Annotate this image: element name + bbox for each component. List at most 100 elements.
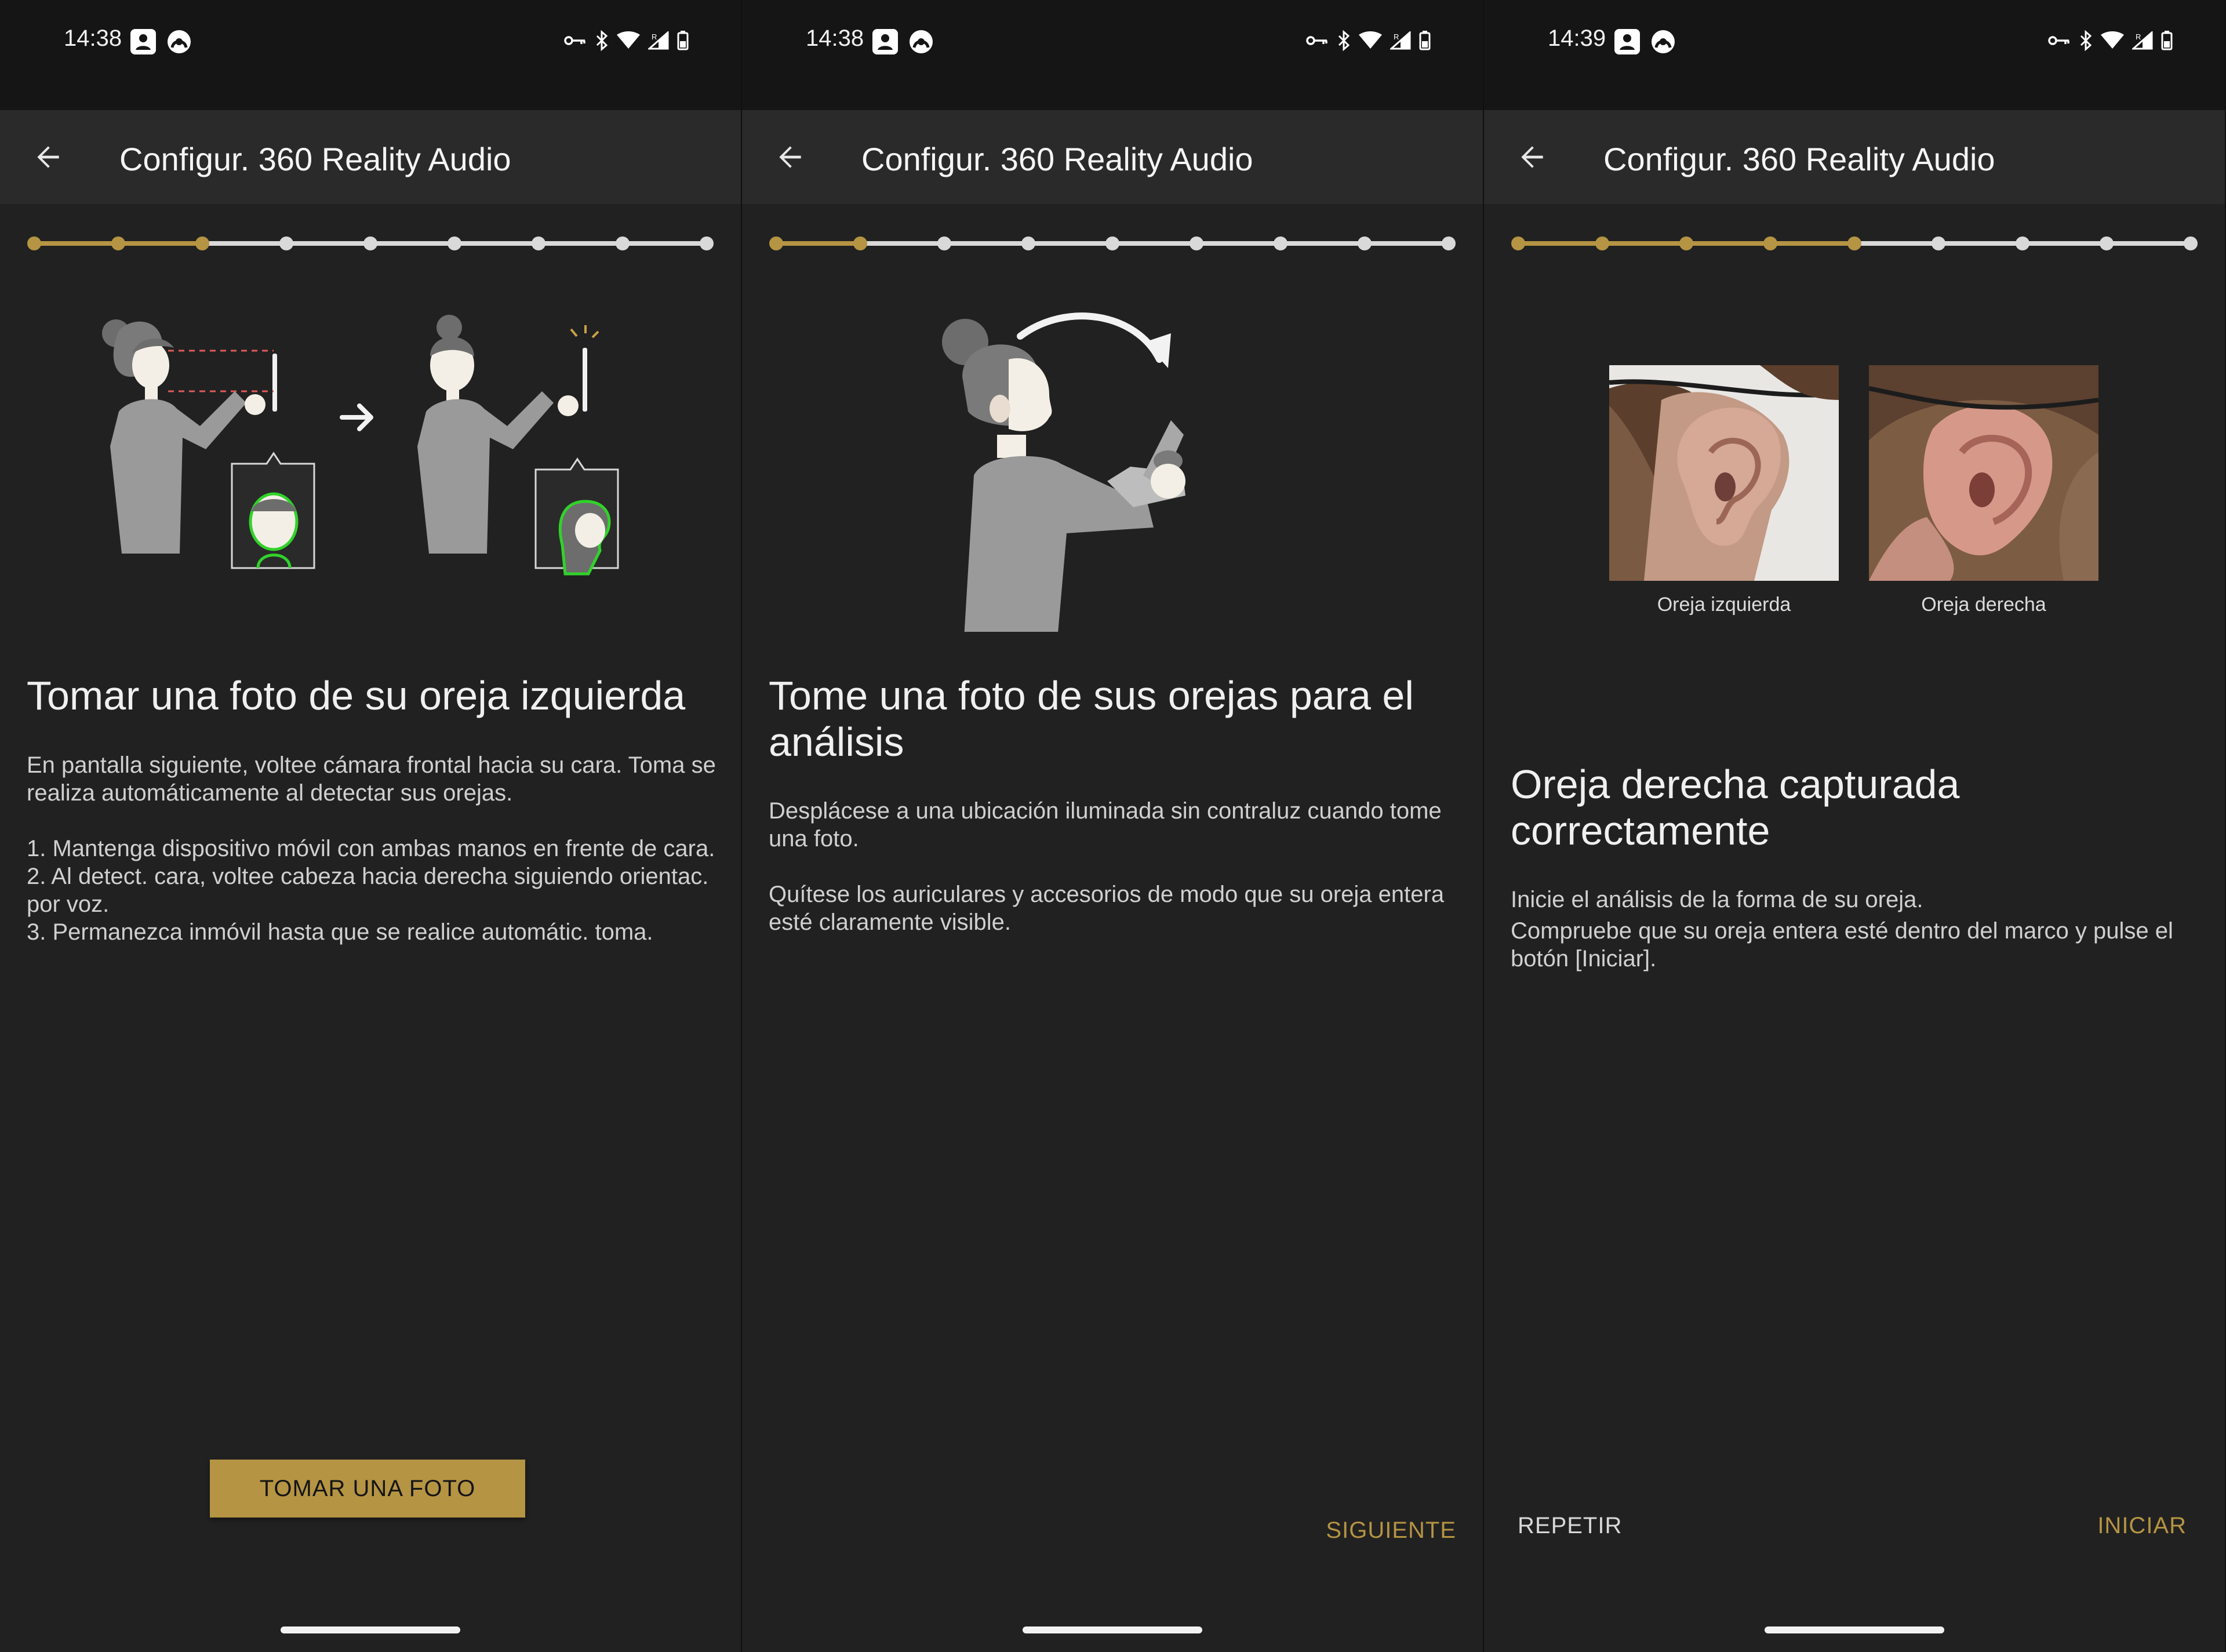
- instruction-check-frame: Compruebe que su oreja entera esté dentr…: [1511, 918, 2173, 971]
- instruction-intro: En pantalla siguiente, voltee cámara fro…: [27, 752, 716, 806]
- status-time: 14:38: [806, 26, 864, 51]
- page-title: Configur. 360 Reality Audio: [861, 141, 1253, 177]
- instruction-lighting: Desplácese a una ubicación iluminada sin…: [769, 798, 1442, 852]
- home-indicator[interactable]: [1023, 1626, 1202, 1633]
- progress-step-dot: [279, 236, 293, 250]
- page-title: Configur. 360 Reality Audio: [119, 141, 511, 177]
- vpn-key-icon: [2047, 34, 2071, 48]
- step-progress: [27, 236, 714, 250]
- notification-avatar-icon: [1614, 29, 1640, 54]
- arrow-left-icon: [774, 141, 806, 173]
- instructions: Inicie el análisis de la forma de su ore…: [1511, 886, 2200, 973]
- app-bar: Configur. 360 Reality Audio: [1484, 110, 2225, 204]
- next-button[interactable]: SIGUIENTE: [1326, 1518, 1456, 1544]
- screen-photo-tips: 14:38 Configur. 360 Reality Audio Tome u…: [742, 0, 1483, 1652]
- notification-avatar-icon: [130, 29, 156, 54]
- take-photo-button[interactable]: TOMAR UNA FOTO: [210, 1460, 525, 1518]
- progress-step-dot: [1847, 236, 1861, 250]
- back-button[interactable]: [764, 131, 816, 183]
- screen-heading: Tomar una foto de su oreja izquierda: [27, 673, 686, 718]
- progress-step-dot: [1358, 236, 1372, 250]
- notification-avatar-icon: [872, 29, 898, 54]
- progress-step-dot: [1021, 236, 1035, 250]
- battery-icon: [2161, 31, 2173, 50]
- app-bar: Configur. 360 Reality Audio: [742, 110, 1483, 204]
- home-indicator[interactable]: [281, 1626, 460, 1633]
- vpn-key-icon: [563, 34, 587, 48]
- progress-step-dot: [27, 236, 41, 250]
- instruction-step-3: 3. Permanezca inmóvil hasta que se reali…: [27, 919, 653, 945]
- instructions: En pantalla siguiente, voltee cámara fro…: [27, 751, 716, 946]
- right-ear-photo: [1869, 365, 2098, 581]
- vpn-key-icon: [1305, 34, 1329, 48]
- progress-step-dot: [448, 236, 461, 250]
- progress-step-dot: [853, 236, 867, 250]
- bluetooth-icon: [2079, 30, 2093, 51]
- status-time: 14:39: [1548, 26, 1606, 51]
- progress-step-dot: [2184, 236, 2198, 250]
- home-indicator[interactable]: [1765, 1626, 1944, 1633]
- illustration-turn-head: [942, 312, 1185, 632]
- screens-container: 14:38 Configur. 360 Reality Audio Tomar …: [0, 0, 2226, 1652]
- instruction-accessories: Quítese los auriculares y accesorios de …: [769, 882, 1445, 935]
- arrow-right-icon: [340, 403, 373, 431]
- bluetooth-icon: [1337, 30, 1351, 51]
- progress-step-dot: [1274, 236, 1287, 250]
- wifi-icon: [1359, 31, 1382, 50]
- progress-step-dot: [2016, 236, 2029, 250]
- instruction-step-1: 1. Mantenga dispositivo móvil con ambas …: [27, 836, 715, 861]
- progress-step-dot: [1190, 236, 1203, 250]
- left-ear-photo: [1609, 365, 1839, 581]
- progress-step-dot: [937, 236, 951, 250]
- progress-step-dot: [1595, 236, 1609, 250]
- progress-step-dot: [2100, 236, 2114, 250]
- bluetooth-icon: [595, 30, 609, 51]
- progress-step-dot: [1932, 236, 1945, 250]
- wifi-icon: [617, 31, 640, 50]
- progress-step-dot: [363, 236, 377, 250]
- progress-step-dot: [1679, 236, 1693, 250]
- progress-step-dot: [1105, 236, 1119, 250]
- step-progress: [1511, 236, 2198, 250]
- right-ear-caption: Oreja derecha: [1921, 594, 2046, 616]
- back-button[interactable]: [22, 131, 74, 183]
- back-button[interactable]: [1506, 131, 1558, 183]
- start-button[interactable]: INICIAR: [2097, 1513, 2187, 1539]
- status-bar: 14:38: [742, 0, 1483, 110]
- app-bar: Configur. 360 Reality Audio: [0, 110, 741, 204]
- progress-step-dot: [532, 236, 545, 250]
- illustration-face-scan: [102, 315, 619, 576]
- notification-app-icon: [908, 29, 934, 54]
- notification-app-icon: [166, 29, 192, 54]
- repeat-button[interactable]: REPETIR: [1518, 1513, 1622, 1539]
- status-bar: 14:38: [0, 0, 741, 110]
- wifi-icon: [2101, 31, 2124, 50]
- progress-step-dot: [616, 236, 630, 250]
- screen-capture-success: 14:39 Configur. 360 Reality Audio Oreja …: [1484, 0, 2225, 1652]
- figure-holding-phone-front: [102, 319, 315, 569]
- figure-holding-phone-side: [417, 315, 619, 576]
- notification-app-icon: [1650, 29, 1676, 54]
- progress-step-dot: [1763, 236, 1777, 250]
- progress-step-dot: [700, 236, 714, 250]
- step-progress: [769, 236, 1456, 250]
- battery-icon: [677, 31, 689, 50]
- instruction-start-analysis: Inicie el análisis de la forma de su ore…: [1511, 887, 1923, 912]
- status-time: 14:38: [64, 26, 122, 51]
- signal-icon: [2132, 31, 2153, 50]
- arrow-left-icon: [32, 141, 64, 173]
- left-ear-caption: Oreja izquierda: [1657, 594, 1791, 616]
- instruction-step-2: 2. Al detect. cara, voltee cabeza hacia …: [27, 864, 709, 917]
- arrow-left-icon: [1516, 141, 1548, 173]
- screen-take-left-ear-photo: 14:38 Configur. 360 Reality Audio Tomar …: [0, 0, 741, 1652]
- status-bar: 14:39: [1484, 0, 2225, 110]
- progress-step-dot: [195, 236, 209, 250]
- page-title: Configur. 360 Reality Audio: [1603, 141, 1995, 177]
- battery-icon: [1419, 31, 1431, 50]
- instructions: Desplácese a una ubicación iluminada sin…: [769, 797, 1458, 936]
- signal-icon: [1390, 31, 1411, 50]
- signal-icon: [648, 31, 669, 50]
- progress-step-dot: [1511, 236, 1525, 250]
- progress-step-dot: [111, 236, 125, 250]
- progress-step-dot: [769, 236, 783, 250]
